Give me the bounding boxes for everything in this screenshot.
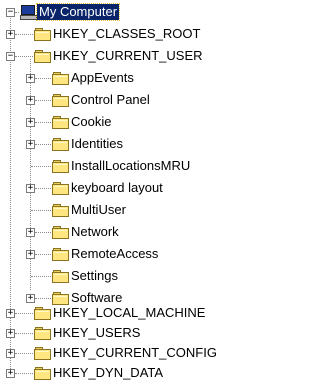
- tree-node-my-computer[interactable]: − My Computer: [0, 0, 262, 22]
- folder-icon: [52, 247, 69, 261]
- tree-node-label[interactable]: InstallLocationsMRU: [69, 158, 192, 174]
- folder-icon: [52, 137, 69, 151]
- tree-node-hkey-local-machine[interactable]: + HKEY_LOCAL_MACHINE: [0, 301, 262, 323]
- registry-tree: − My Computer + HKEY_CLASSES_ROOT − HKEY…: [0, 0, 262, 385]
- tree-node-label[interactable]: MultiUser: [69, 202, 128, 218]
- tree-node-label[interactable]: HKEY_USERS: [51, 325, 142, 341]
- folder-icon: [52, 203, 69, 217]
- tree-node-hkey-current-config[interactable]: + HKEY_CURRENT_CONFIG: [0, 341, 262, 363]
- tree-line-branch: [15, 353, 33, 354]
- expand-toggle[interactable]: +: [6, 349, 15, 358]
- folder-icon: [52, 181, 69, 195]
- folder-icon: [52, 225, 69, 239]
- tree-node-label[interactable]: Settings: [69, 268, 120, 284]
- tree-line-branch: [31, 210, 51, 211]
- folder-icon: [52, 115, 69, 129]
- expand-toggle[interactable]: +: [26, 250, 35, 259]
- tree-line-branch: [15, 12, 19, 13]
- tree-node-cookie[interactable]: + Cookie: [0, 110, 262, 132]
- tree-node-label[interactable]: HKEY_DYN_DATA: [51, 365, 165, 381]
- tree-line-branch: [15, 56, 33, 57]
- tree-node-label[interactable]: Network: [69, 224, 121, 240]
- collapse-toggle[interactable]: −: [6, 52, 15, 61]
- tree-line-branch: [35, 188, 51, 189]
- tree-node-label[interactable]: Identities: [69, 136, 125, 152]
- tree-node-identities[interactable]: + Identities: [0, 132, 262, 154]
- tree-node-appevents[interactable]: + AppEvents: [0, 66, 262, 88]
- folder-icon: [34, 306, 51, 320]
- tree-node-label[interactable]: HKEY_LOCAL_MACHINE: [51, 305, 207, 321]
- tree-node-settings[interactable]: Settings: [0, 264, 262, 286]
- tree-line-branch: [15, 34, 33, 35]
- tree-line-branch: [15, 313, 33, 314]
- folder-icon: [34, 366, 51, 380]
- tree-node-hkey-dyn-data[interactable]: + HKEY_DYN_DATA: [0, 361, 262, 383]
- tree-line-branch: [31, 166, 51, 167]
- tree-line-branch: [35, 144, 51, 145]
- tree-node-label[interactable]: Control Panel: [69, 92, 152, 108]
- tree-line-branch: [15, 373, 33, 374]
- folder-icon: [52, 71, 69, 85]
- tree-node-hkey-users[interactable]: + HKEY_USERS: [0, 321, 262, 343]
- folder-icon: [34, 27, 51, 41]
- tree-node-network[interactable]: + Network: [0, 220, 262, 242]
- folder-icon: [52, 93, 69, 107]
- expand-toggle[interactable]: +: [26, 228, 35, 237]
- tree-node-hkey-current-user[interactable]: − HKEY_CURRENT_USER: [0, 44, 262, 66]
- tree-node-label[interactable]: AppEvents: [69, 70, 136, 86]
- expand-toggle[interactable]: +: [26, 96, 35, 105]
- expand-toggle[interactable]: +: [6, 309, 15, 318]
- folder-icon: [52, 269, 69, 283]
- folder-open-icon: [34, 49, 51, 63]
- tree-node-keyboard-layout[interactable]: + keyboard layout: [0, 176, 262, 198]
- tree-line-branch: [35, 232, 51, 233]
- expand-toggle[interactable]: +: [6, 369, 15, 378]
- tree-line-branch: [35, 298, 51, 299]
- tree-line-branch: [31, 276, 51, 277]
- tree-line-branch: [35, 254, 51, 255]
- collapse-toggle[interactable]: −: [6, 8, 15, 17]
- tree-node-control-panel[interactable]: + Control Panel: [0, 88, 262, 110]
- tree-node-label[interactable]: RemoteAccess: [69, 246, 160, 262]
- computer-icon: [20, 5, 37, 20]
- tree-node-remoteaccess[interactable]: + RemoteAccess: [0, 242, 262, 264]
- tree-node-installlocationsmru[interactable]: InstallLocationsMRU: [0, 154, 262, 176]
- folder-icon: [34, 326, 51, 340]
- tree-node-label[interactable]: keyboard layout: [69, 180, 165, 196]
- expand-toggle[interactable]: +: [26, 118, 35, 127]
- tree-node-label[interactable]: HKEY_CURRENT_USER: [51, 48, 205, 64]
- tree-node-label[interactable]: HKEY_CURRENT_CONFIG: [51, 345, 219, 361]
- expand-toggle[interactable]: +: [26, 140, 35, 149]
- folder-icon: [34, 346, 51, 360]
- tree-node-multiuser[interactable]: MultiUser: [0, 198, 262, 220]
- tree-line-branch: [35, 78, 51, 79]
- tree-node-hkey-classes-root[interactable]: + HKEY_CLASSES_ROOT: [0, 22, 262, 44]
- tree-line-branch: [15, 333, 33, 334]
- expand-toggle[interactable]: +: [26, 74, 35, 83]
- tree-line-branch: [35, 100, 51, 101]
- tree-line-branch: [35, 122, 51, 123]
- folder-icon: [52, 159, 69, 173]
- tree-node-label[interactable]: My Computer: [35, 3, 121, 21]
- expand-toggle[interactable]: +: [6, 30, 15, 39]
- expand-toggle[interactable]: +: [6, 329, 15, 338]
- expand-toggle[interactable]: +: [26, 184, 35, 193]
- tree-node-label[interactable]: Cookie: [69, 114, 113, 130]
- tree-node-label[interactable]: HKEY_CLASSES_ROOT: [51, 26, 202, 42]
